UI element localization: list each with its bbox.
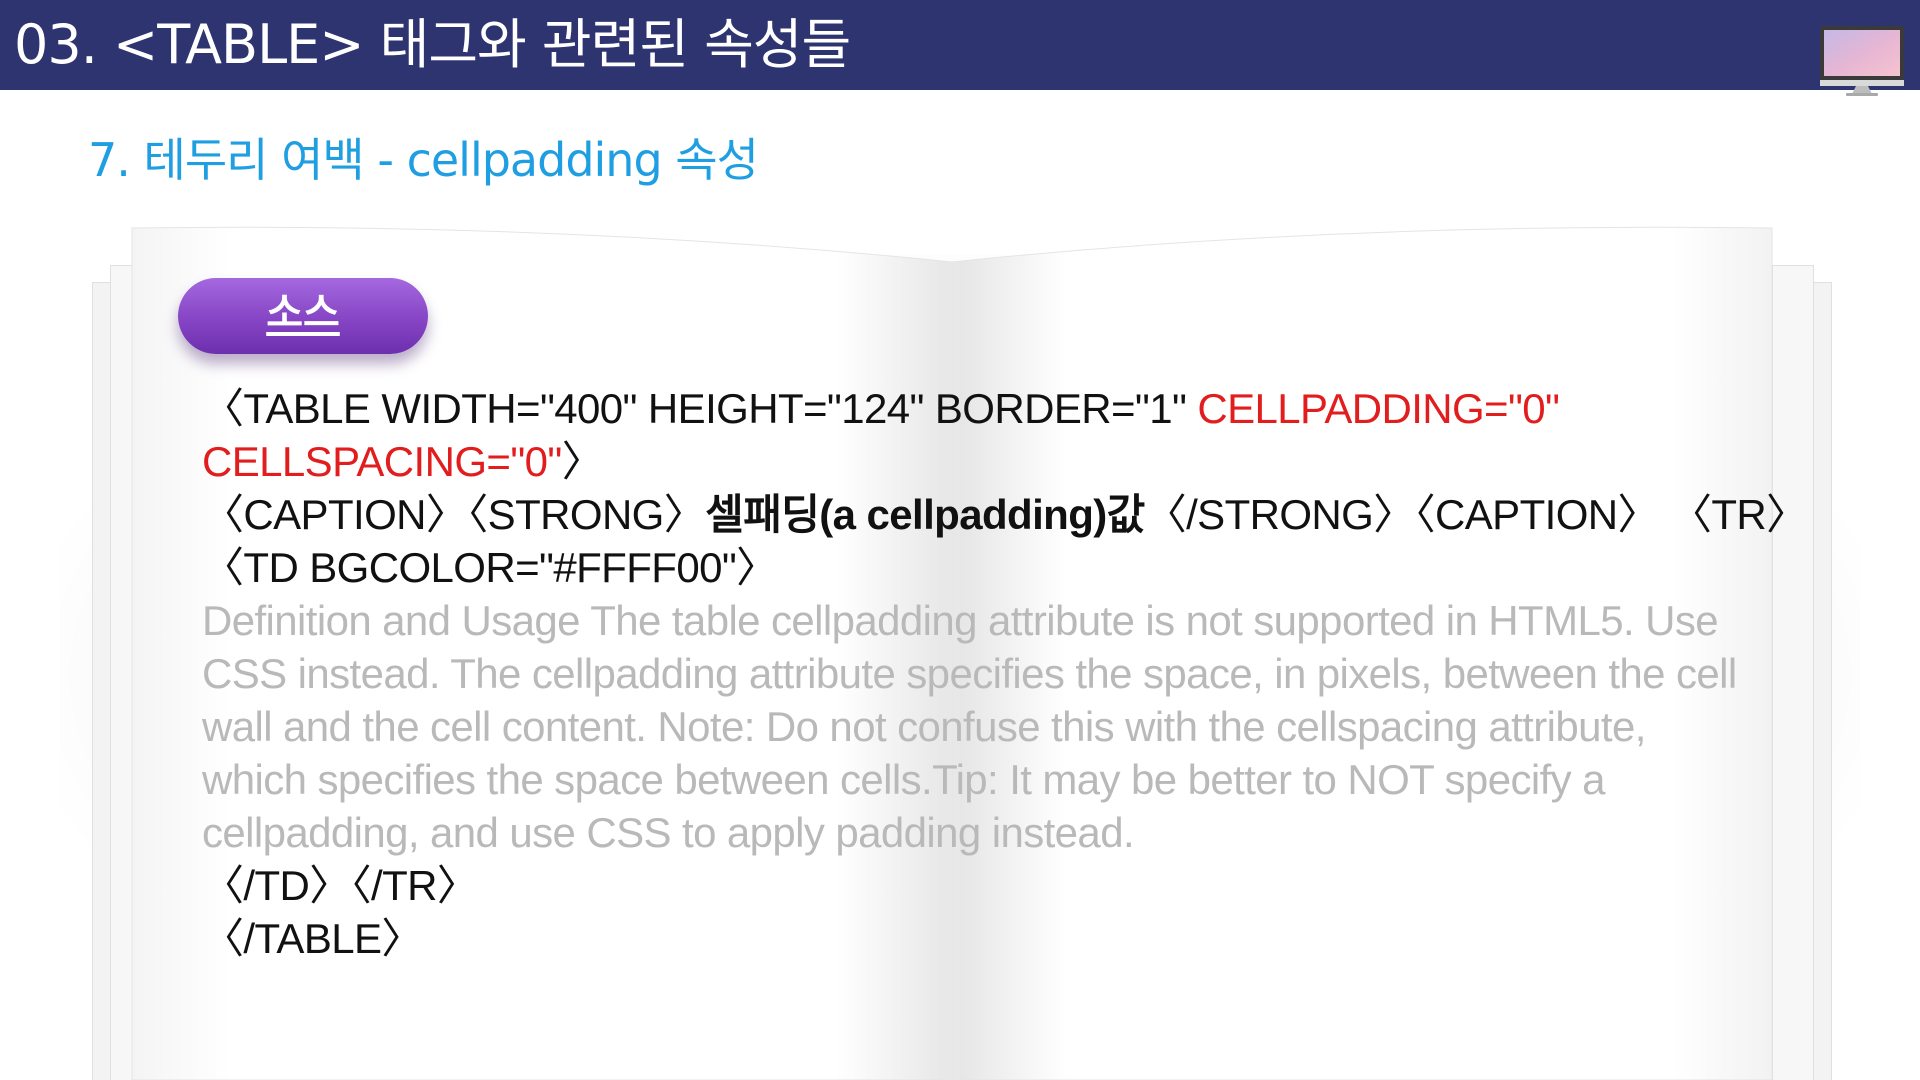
- code-line-td: 〈TD BGCOLOR="#FFFF00"〉: [202, 541, 1742, 594]
- code-line-close-table: 〈/TABLE〉: [202, 912, 1742, 965]
- description-text: Definition and Usage The table cellpaddi…: [202, 597, 1737, 856]
- code-text: 〈/STRONG〉〈CAPTION〉 〈TR〉: [1144, 491, 1808, 538]
- code-text: 〉: [561, 438, 604, 485]
- code-line-cellspacing: CELLSPACING="0"〉: [202, 435, 1742, 488]
- code-text: 〈/TD〉〈/TR〉: [202, 862, 479, 909]
- code-highlight: CELLPADDING="0": [1197, 385, 1560, 432]
- code-block: 〈TABLE WIDTH="400" HEIGHT="124" BORDER="…: [202, 382, 1808, 965]
- slide: 03. <TABLE> 태그와 관련된 속성들 7. 테두리 여백 - cell…: [0, 0, 1920, 1080]
- code-line-close-td: 〈/TD〉〈/TR〉: [202, 859, 1742, 912]
- code-highlight: CELLSPACING="0": [202, 438, 562, 485]
- code-text: 〈CAPTION〉〈STRONG〉: [202, 491, 706, 538]
- code-text: 〈TABLE WIDTH="400" HEIGHT="124" BORDER="…: [202, 385, 1198, 432]
- code-text: 〈TD BGCOLOR="#FFFF00"〉: [202, 544, 778, 591]
- code-line-caption: 〈CAPTION〉〈STRONG〉셀패딩(a cellpadding)값〈/ST…: [202, 488, 1808, 541]
- caption-text: 셀패딩(a cellpadding)값: [705, 491, 1145, 538]
- source-badge-label: 소스: [266, 290, 340, 336]
- source-badge: 소스: [178, 278, 428, 354]
- code-text: 〈/TABLE〉: [202, 915, 423, 962]
- code-line-table-open: 〈TABLE WIDTH="400" HEIGHT="124" BORDER="…: [202, 382, 1742, 435]
